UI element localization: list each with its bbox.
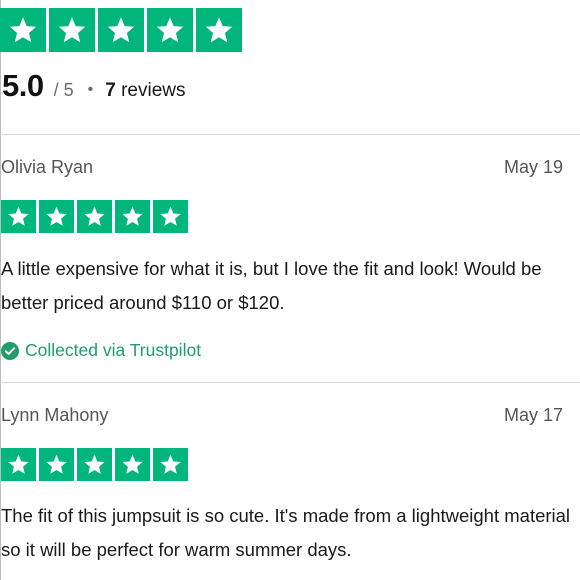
star-icon (77, 448, 112, 481)
summary-star-rating (0, 8, 242, 52)
star-icon (196, 8, 242, 52)
review-text: A little expensive for what it is, but I… (1, 258, 542, 313)
star-icon (153, 448, 188, 481)
review-count-link[interactable]: 7 reviews (105, 80, 185, 102)
average-score: 5.0 (2, 68, 44, 103)
star-icon (39, 448, 74, 481)
star-icon (0, 8, 46, 52)
review-text: The fit of this jumpsuit is so cute. It'… (1, 505, 571, 560)
divider (0, 382, 580, 383)
review-star-rating (1, 448, 188, 481)
star-icon (1, 200, 36, 233)
check-circle-icon (1, 341, 19, 360)
divider (0, 134, 580, 135)
review-count-number: 7 (105, 80, 116, 101)
star-icon (115, 200, 150, 233)
collected-label: Collected via Trustpilot (25, 340, 202, 360)
star-icon (77, 200, 112, 233)
star-icon (98, 8, 144, 52)
star-icon (153, 200, 188, 233)
collected-via-trustpilot[interactable]: Collected via Trustpilot (1, 340, 201, 361)
star-icon (147, 8, 193, 52)
review-date: May 17 (503, 405, 563, 425)
star-icon (49, 8, 95, 52)
review-star-rating (1, 200, 188, 233)
score-out-of: / 5 (53, 80, 74, 100)
star-icon (115, 448, 150, 481)
star-icon (39, 200, 74, 233)
star-icon (1, 448, 36, 481)
separator-dot: • (87, 81, 94, 98)
review-date: May 19 (503, 157, 563, 177)
rating-summary: 5.0 / 5 • 7 reviews (2, 68, 186, 104)
reviewer-name: Olivia Ryan (1, 157, 94, 177)
review-count-label: reviews (121, 80, 186, 101)
reviewer-name: Lynn Mahony (1, 405, 109, 425)
